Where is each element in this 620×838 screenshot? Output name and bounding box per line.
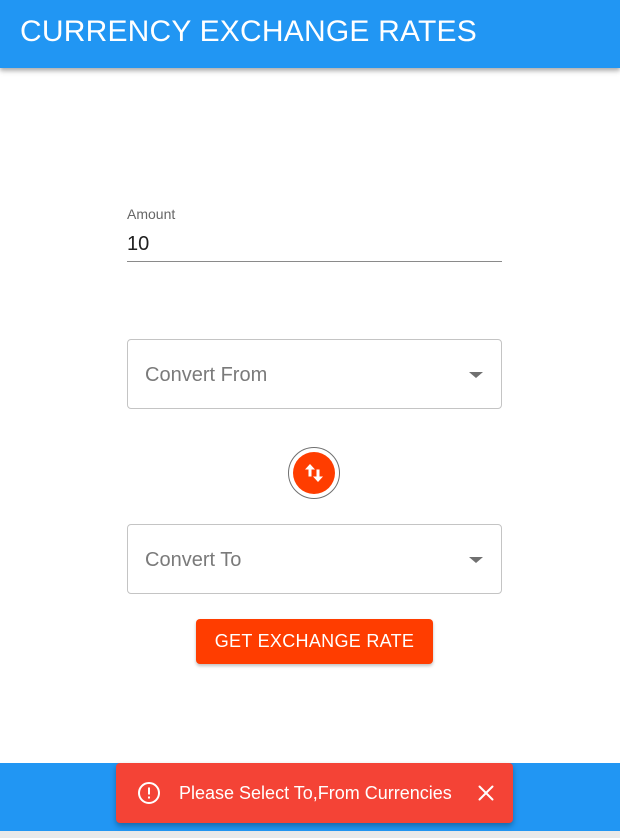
- chevron-down-icon: [469, 372, 483, 378]
- amount-field: Amount: [127, 204, 502, 264]
- app-bar: CURRENCY EXCHANGE RATES: [0, 0, 620, 68]
- convert-from-placeholder: Convert From: [145, 364, 268, 386]
- get-exchange-rate-button[interactable]: GET EXCHANGE RATE: [196, 619, 433, 664]
- footer-strip: [0, 831, 620, 838]
- close-icon[interactable]: [474, 781, 498, 805]
- swap-button-fill: [293, 452, 335, 494]
- convert-from-select[interactable]: Convert From: [127, 339, 502, 409]
- convert-to-select[interactable]: Convert To: [127, 524, 502, 594]
- app-title: CURRENCY EXCHANGE RATES: [20, 15, 477, 48]
- amount-label: Amount: [127, 206, 176, 222]
- swap-vertical-icon: [305, 464, 323, 482]
- amount-input[interactable]: [127, 228, 502, 262]
- swap-currencies-button[interactable]: [288, 447, 340, 499]
- snackbar-message: Please Select To,From Currencies: [179, 783, 452, 803]
- error-snackbar: Please Select To,From Currencies: [116, 763, 513, 823]
- error-outline-icon: [138, 782, 160, 804]
- chevron-down-icon: [469, 557, 483, 563]
- convert-to-placeholder: Convert To: [145, 549, 242, 571]
